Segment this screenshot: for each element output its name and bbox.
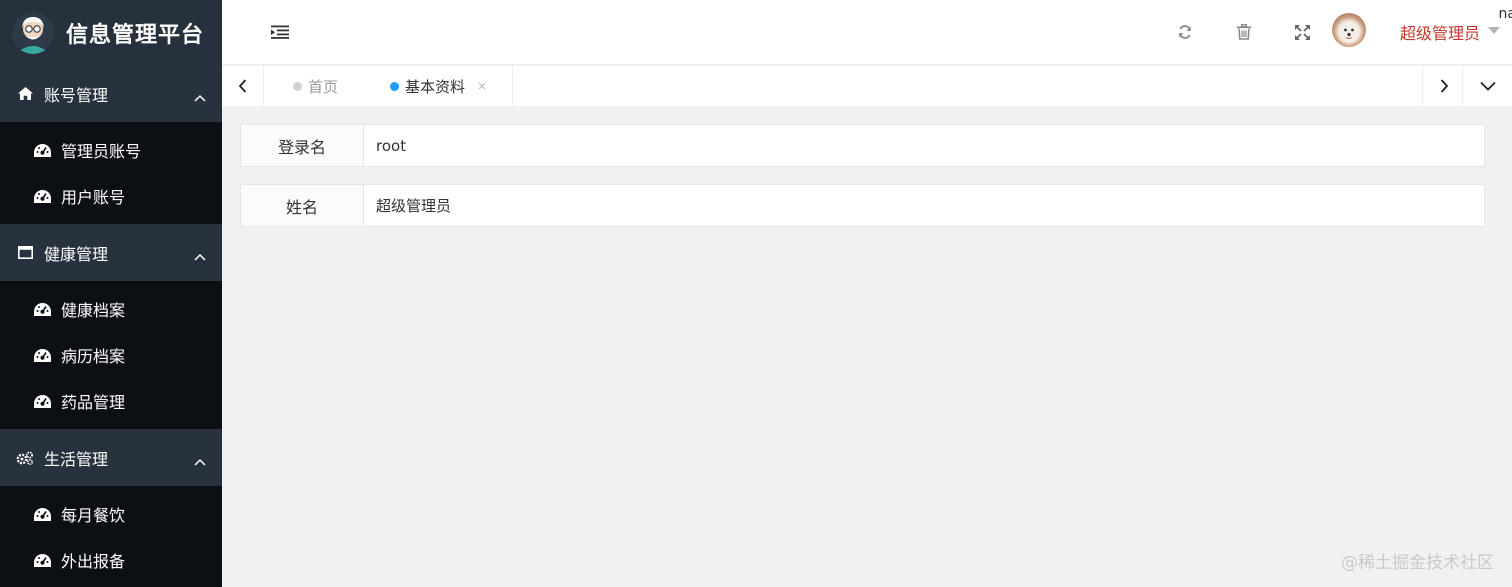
chevron-right-icon [1440, 79, 1448, 93]
form-row-login-name: 登录名 root [240, 124, 1485, 167]
menu-item-label: 病历档案 [61, 347, 126, 366]
logo-icon [12, 11, 54, 54]
top-header: 超级管理员 na [222, 0, 1512, 65]
user-name[interactable]: 超级管理员 [1400, 20, 1480, 44]
profile-form: 登录名 root 姓名 超级管理员 [240, 124, 1485, 244]
tab-dot [390, 81, 399, 91]
form-row-name: 姓名 超级管理员 [240, 184, 1485, 227]
menu-group-label: 生活管理 [44, 449, 109, 469]
close-icon[interactable]: × [477, 79, 487, 93]
menu-item-label: 外出报备 [61, 552, 126, 571]
menu-group-items: 健康档案 病历档案 药品管理 [0, 281, 222, 429]
menu-group-items: 每月餐饮 外出报备 [0, 486, 222, 587]
chevron-left-icon [238, 79, 246, 93]
tab-home[interactable]: 首页 [293, 66, 338, 106]
chevron-up-icon [194, 87, 206, 106]
fullscreen-icon[interactable] [1292, 22, 1312, 42]
form-label: 登录名 [241, 125, 364, 166]
logo-bar: 信息管理平台 [0, 0, 222, 65]
chevron-up-icon [194, 246, 206, 265]
menu-item-medicine[interactable]: 药品管理 [0, 378, 222, 424]
menu-item-admin-account[interactable]: 管理员账号 [0, 127, 222, 173]
menu-group-account[interactable]: 账号管理 [0, 65, 222, 122]
menu-item-label: 管理员账号 [61, 142, 142, 161]
chevron-down-icon [1479, 81, 1496, 91]
caret-down-icon[interactable] [1488, 27, 1500, 34]
menu-item-label: 药品管理 [61, 393, 126, 412]
tab-dot [293, 81, 302, 91]
menu-item-label: 用户账号 [61, 188, 126, 207]
refresh-icon[interactable] [1175, 22, 1195, 42]
dashboard-icon [34, 302, 51, 316]
sidebar: 信息管理平台 账号管理 管理员账号 用户账号 健康管理 健康档案 病历档案 药品… [0, 0, 222, 587]
user-avatar[interactable] [1332, 13, 1366, 47]
dashboard-icon [34, 394, 51, 408]
dashboard-icon [34, 348, 51, 362]
tab-bar: 首页 基本资料 × [222, 66, 1512, 106]
menu-item-label: 每月餐饮 [61, 506, 126, 525]
trash-icon[interactable] [1234, 22, 1254, 42]
clipped-text: na [1498, 6, 1512, 22]
app-title: 信息管理平台 [66, 22, 205, 48]
dashboard-icon [34, 553, 51, 567]
menu-item-label: 健康档案 [61, 301, 126, 320]
form-label: 姓名 [241, 185, 364, 226]
menu-item-user-account[interactable]: 用户账号 [0, 173, 222, 219]
menu-collapse-icon[interactable] [270, 22, 290, 42]
tab-scroll-right-button[interactable] [1422, 66, 1464, 106]
menu-group-life[interactable]: 生活管理 [0, 429, 222, 486]
home-icon [16, 85, 34, 103]
tab-label: 首页 [308, 77, 339, 96]
menu-item-monthly-meals[interactable]: 每月餐饮 [0, 491, 222, 537]
menu-group-health[interactable]: 健康管理 [0, 224, 222, 281]
watermark: @稀土掘金技术社区 [1341, 553, 1494, 573]
dashboard-icon [34, 143, 51, 157]
tab-scroll-left-button[interactable] [222, 66, 264, 106]
login-name-value: root [376, 136, 407, 155]
menu-item-medical-records[interactable]: 病历档案 [0, 332, 222, 378]
tab-basic-profile[interactable]: 基本资料 × [368, 66, 513, 106]
window-icon [16, 244, 34, 262]
chevron-up-icon [194, 451, 206, 470]
gears-icon [16, 449, 34, 467]
tab-options-button[interactable] [1462, 66, 1512, 106]
tab-label: 基本资料 [405, 77, 466, 96]
menu-item-health-records[interactable]: 健康档案 [0, 286, 222, 332]
menu-group-label: 账号管理 [44, 85, 109, 105]
dashboard-icon [34, 507, 51, 521]
menu-group-items: 管理员账号 用户账号 [0, 122, 222, 224]
name-value: 超级管理员 [376, 197, 452, 215]
menu-group-label: 健康管理 [44, 244, 109, 264]
dashboard-icon [34, 189, 51, 203]
menu-item-outing-report[interactable]: 外出报备 [0, 537, 222, 583]
